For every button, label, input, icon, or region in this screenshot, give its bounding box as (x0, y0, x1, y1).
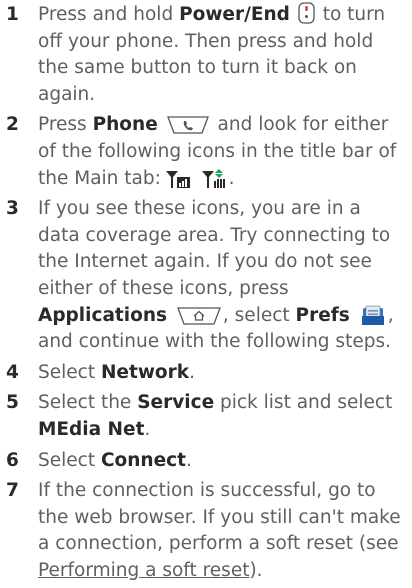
service-label: Service (137, 392, 215, 414)
prefs-label: Prefs (295, 304, 350, 326)
step-text: Press and hold (38, 4, 180, 25)
step-text: If you see these icons, you are in a dat… (38, 198, 391, 299)
step-2: 2 Press Phone and look for either of the… (6, 112, 408, 192)
step-text: . (228, 167, 235, 189)
step-number: 5 (6, 392, 19, 414)
step-text: . (185, 449, 192, 471)
step-number: 6 (6, 449, 19, 471)
media-net-label: MEdia Net (38, 418, 145, 440)
power-end-label: Power/End (179, 4, 290, 25)
step-number: 2 (6, 114, 19, 136)
step-text: ). (249, 559, 263, 581)
power-end-button-icon (298, 2, 315, 24)
step-number: 4 (6, 361, 19, 383)
signal-data-active-icon (201, 168, 229, 189)
troubleshooting-steps: 1 Press and hold Power/End to turn off y… (6, 2, 408, 588)
applications-button-icon (176, 306, 221, 325)
step-text: . (144, 418, 151, 440)
prefs-app-icon (360, 305, 386, 327)
step-number: 3 (6, 198, 19, 220)
phone-button-icon (166, 116, 209, 135)
soft-reset-link[interactable]: Performing a soft reset (38, 560, 249, 581)
step-text: pick list and select (214, 392, 393, 414)
step-text: Press (38, 114, 93, 136)
network-label: Network (100, 361, 190, 383)
step-number: 7 (6, 480, 19, 502)
step-number: 1 (6, 4, 19, 25)
step-6: 6 Select Connect. (6, 448, 408, 475)
connect-label: Connect (100, 449, 186, 471)
signal-data-icon (165, 169, 193, 189)
applications-label: Applications (38, 304, 168, 326)
step-text: . (189, 361, 195, 383)
step-3: 3 If you see these icons, you are in a d… (6, 196, 408, 356)
step-7: 7 If the connection is successful, go to… (6, 478, 408, 584)
step-text: , select (222, 304, 296, 326)
step-text: Select the (38, 392, 138, 414)
step-text: Select (38, 449, 101, 471)
step-5: 5 Select the Service pick list and selec… (6, 390, 408, 443)
step-text: Select (38, 361, 101, 383)
step-1: 1 Press and hold Power/End to turn off y… (6, 2, 408, 108)
step-4: 4 Select Network. (6, 360, 408, 387)
phone-label: Phone (92, 114, 158, 136)
step-text: If the connection is successful, go to t… (38, 480, 401, 555)
